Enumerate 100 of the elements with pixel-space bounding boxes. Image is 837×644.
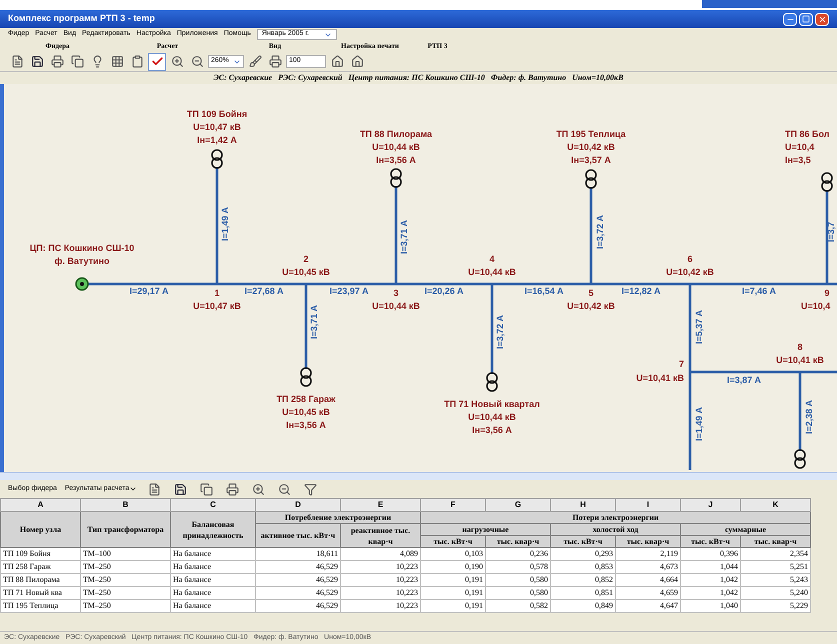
current-label: I=3,71 A — [309, 305, 319, 339]
column-letter: F — [420, 498, 486, 512]
current-label: I=3,71 A — [399, 220, 409, 254]
table-header: тыс. квар·ч — [740, 536, 810, 548]
current-label: I=5,37 A — [694, 310, 704, 344]
current-label: I=20,26 A — [424, 286, 464, 296]
current-label: I=3,87 A — [727, 375, 761, 385]
column-letter: H — [550, 498, 616, 512]
maximize-icon — [802, 15, 810, 23]
source-label: ЦП: ПС Кошкино СШ-10 — [30, 243, 134, 253]
maximize-button[interactable] — [799, 12, 813, 26]
column-letter: E — [340, 498, 420, 512]
table-header: нагрузочные — [420, 524, 550, 536]
table-cell: 46,529 — [256, 600, 340, 612]
table-cell: 0,582 — [486, 600, 550, 612]
node-number: 7 — [678, 359, 684, 369]
column-letter: D — [256, 498, 340, 512]
source-label: ф. Ватутино — [54, 256, 110, 266]
table-cell: ТП 195 Теплица — [0, 600, 80, 612]
table-header: суммарные — [680, 524, 810, 536]
current-label: I=1,49 A — [694, 407, 704, 441]
current-label: I=1,49 A — [220, 207, 230, 241]
node-number: 2 — [304, 254, 308, 264]
check-icon — [150, 55, 164, 68]
table-header: Потребление электроэнергии — [256, 512, 420, 524]
close-button[interactable] — [815, 12, 829, 26]
node-voltage: U=10,42 кВ — [666, 267, 714, 277]
transformer-label: Iн=1,42 А — [197, 135, 237, 145]
node-number: 9 — [824, 288, 830, 298]
source-icon — [75, 277, 89, 291]
table-header: Тип трансформатора — [80, 512, 170, 548]
horizontal-scrollbar[interactable] — [0, 472, 837, 480]
transformer-icon — [585, 169, 597, 189]
column-letter: J — [680, 498, 740, 512]
transformer-label: ТП 88 Пилорама — [360, 129, 432, 139]
node-number: 3 — [394, 288, 398, 298]
table-cell: 10,223 — [340, 600, 420, 612]
transformer-label: ТП 109 Бойня — [186, 109, 248, 119]
transformer-label: U=10,45 кВ — [282, 407, 330, 417]
node-voltage: U=10,44 кВ — [468, 267, 516, 277]
node-number: 8 — [798, 342, 802, 352]
transformer-icon — [211, 149, 223, 169]
table-cell: На балансе — [170, 600, 256, 612]
table-header: тыс. кВт·ч — [680, 536, 740, 548]
node-voltage: U=10,45 кВ — [282, 267, 330, 277]
table-cell: 5,229 — [740, 600, 810, 612]
transformer-label: Iн=3,5 — [785, 155, 811, 165]
node-number: 1 — [214, 288, 220, 298]
current-label: I=3,72 A — [595, 215, 605, 249]
current-label: I=3,7 — [826, 222, 836, 242]
current-label: I=3,72 A — [495, 315, 505, 349]
transformer-label: ТП 71 Новый квартал — [444, 399, 540, 409]
table-header: холостой ход — [550, 524, 680, 536]
table-header: реактивное тыс. квар·ч — [340, 524, 420, 548]
current-label: I=12,82 A — [622, 286, 660, 296]
minimize-button[interactable] — [783, 12, 797, 26]
current-label: I=7,46 A — [742, 286, 776, 296]
table-header: Потери электроэнергии — [420, 512, 810, 524]
current-label: I=27,68 A — [244, 286, 284, 296]
transformer-label: U=10,44 кВ — [372, 142, 420, 152]
transformer-label: U=10,42 кВ — [567, 142, 615, 152]
transformer-label: U=10,47 кВ — [193, 122, 241, 132]
transformer-icon — [390, 168, 402, 188]
transformer-icon — [821, 172, 833, 192]
table-cell: 1,040 — [680, 600, 740, 612]
caret-icon — [129, 485, 138, 493]
check-button[interactable] — [148, 52, 166, 70]
column-letter: I — [616, 498, 680, 512]
transformer-icon — [300, 367, 312, 387]
current-label: I=2,38 A — [804, 400, 814, 434]
transformer-label: Iн=3,56 А — [286, 420, 326, 430]
current-label: I=29,17 A — [130, 286, 168, 296]
column-letter: K — [740, 498, 810, 512]
node-voltage: U=10,42 кВ — [567, 301, 615, 311]
table-header: тыс. кВт·ч — [420, 536, 486, 548]
node-number: 5 — [588, 288, 594, 298]
transformer-label: Iн=3,57 А — [571, 155, 611, 165]
table-header: Балансовая принадлежность — [170, 512, 256, 548]
node-voltage: U=10,44 кВ — [372, 301, 420, 311]
table-header: активное тыс. кВт·ч — [256, 524, 340, 548]
node-voltage: U=10,41 кВ — [636, 373, 684, 383]
table-header: тыс. квар·ч — [616, 536, 680, 548]
column-letter: A — [0, 498, 80, 512]
transformer-label: ТП 258 Гараж — [276, 394, 336, 404]
node-number: 6 — [688, 254, 692, 264]
table-header: тыс. кВт·ч — [550, 536, 616, 548]
table-header: Номер узла — [0, 512, 80, 548]
table-cell: ТМ–250 — [80, 600, 170, 612]
transformer-label: U=10,44 кВ — [468, 412, 516, 422]
transformer-icon — [486, 372, 498, 392]
transformer-label: U=10,4 — [785, 142, 814, 152]
current-label: I=23,97 A — [330, 286, 368, 296]
node-number: 4 — [490, 254, 494, 264]
transformer-icon — [794, 449, 806, 469]
node-voltage: U=10,47 кВ — [193, 301, 241, 311]
transformer-label: Iн=3,56 А — [376, 155, 416, 165]
transformer-label: ТП 195 Теплица — [556, 129, 626, 139]
column-letter: G — [486, 498, 550, 512]
window-title: Комплекс программ РТП 3 - temp — [8, 12, 155, 26]
close-icon — [818, 14, 826, 24]
